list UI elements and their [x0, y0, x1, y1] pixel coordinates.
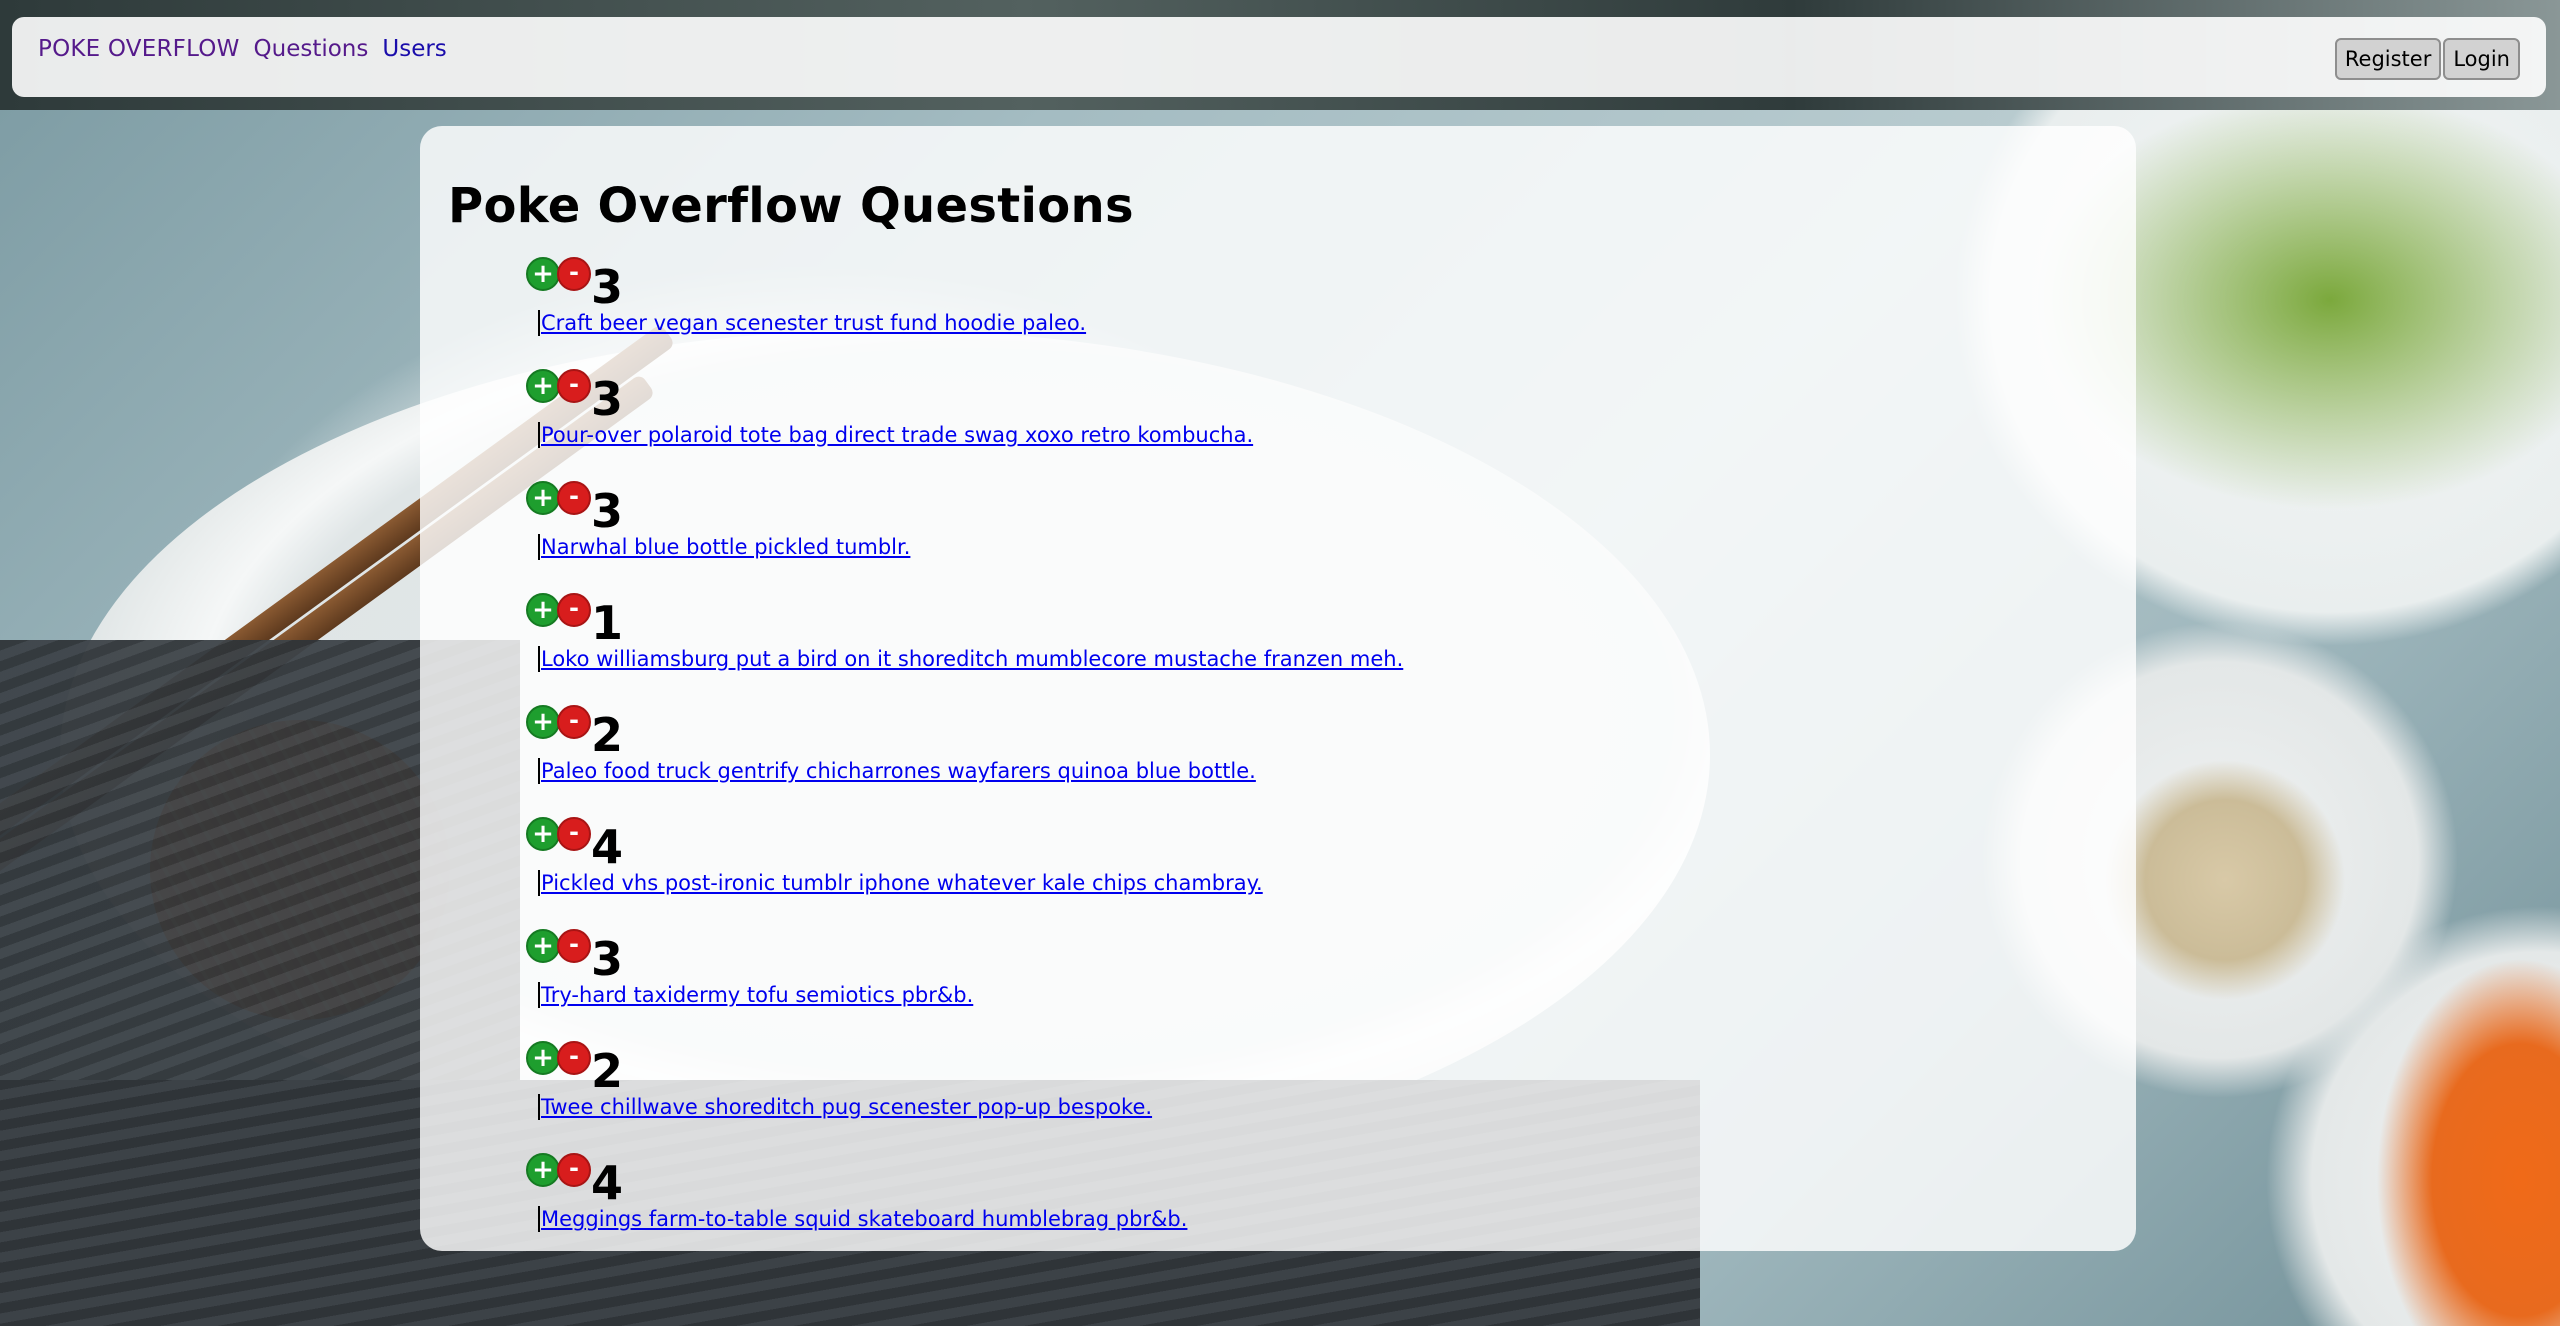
upvote-button[interactable]: +	[526, 705, 560, 739]
question-item: + -3 Try-hard taxidermy tofu semiotics pbr…	[526, 926, 2108, 1038]
question-item: + -3 Pour-over polaroid tote bag direct tr…	[526, 366, 2108, 478]
question-item: + -3 Narwhal blue bottle pickled tumblr.	[526, 478, 2108, 590]
question-item: + -4 Pickled vhs post-ironic tumblr iphone…	[526, 814, 2108, 926]
downvote-button[interactable]: -	[557, 369, 591, 403]
nav-links: POKE OVERFLOW Questions Users	[38, 36, 447, 62]
question-link[interactable]: Meggings farm-to-table squid skateboard …	[538, 1206, 1187, 1232]
vote-controls: + -3	[526, 254, 2108, 314]
vote-controls: + -1	[526, 590, 2108, 650]
upvote-button[interactable]: +	[526, 593, 560, 627]
vote-count: 2	[591, 1044, 624, 1098]
nav-link-users[interactable]: Users	[382, 36, 446, 62]
question-link[interactable]: Pour-over polaroid tote bag direct trade…	[538, 422, 1253, 448]
downvote-button[interactable]: -	[557, 1153, 591, 1187]
question-item: + -2 Paleo food truck gentrify chicharrone…	[526, 702, 2108, 814]
downvote-button[interactable]: -	[557, 257, 591, 291]
vote-count: 4	[591, 1156, 624, 1210]
upvote-button[interactable]: +	[526, 481, 560, 515]
question-item: + -3 Craft beer vegan scenester trust fund…	[526, 254, 2108, 366]
vote-count: 3	[591, 372, 624, 426]
question-item: + -4 Meggings farm-to-table squid skateboa…	[526, 1150, 2108, 1251]
upvote-button[interactable]: +	[526, 929, 560, 963]
question-link[interactable]: Craft beer vegan scenester trust fund ho…	[538, 310, 1086, 336]
downvote-button[interactable]: -	[557, 929, 591, 963]
vote-count: 2	[591, 708, 624, 762]
vote-count: 3	[591, 932, 624, 986]
question-link[interactable]: Pickled vhs post-ironic tumblr iphone wh…	[538, 870, 1263, 896]
question-item: + -1 Loko williamsburg put a bird on it sh…	[526, 590, 2108, 702]
upvote-button[interactable]: +	[526, 817, 560, 851]
questions-panel: Poke Overflow Questions + -3 Craft beer ve…	[420, 126, 2136, 1251]
register-button[interactable]: Register	[2334, 38, 2442, 80]
downvote-button[interactable]: -	[557, 705, 591, 739]
question-link[interactable]: Twee chillwave shoreditch pug scenester …	[538, 1094, 1152, 1120]
navbar: POKE OVERFLOW Questions Users Register L…	[12, 17, 2546, 97]
question-item: + -2 Twee chillwave shoreditch pug scenest…	[526, 1038, 2108, 1150]
upvote-button[interactable]: +	[526, 1041, 560, 1075]
vote-controls: + -2	[526, 702, 2108, 762]
auth-actions: Register Login	[2334, 38, 2520, 80]
brand-link[interactable]: POKE OVERFLOW	[38, 36, 240, 62]
downvote-button[interactable]: -	[557, 817, 591, 851]
page-title: Poke Overflow Questions	[448, 178, 1134, 234]
nav-link-questions[interactable]: Questions	[254, 36, 369, 62]
vote-count: 1	[591, 596, 624, 650]
login-button[interactable]: Login	[2443, 38, 2520, 80]
question-link[interactable]: Paleo food truck gentrify chicharrones w…	[538, 758, 1256, 784]
vote-controls: + -3	[526, 926, 2108, 986]
downvote-button[interactable]: -	[557, 1041, 591, 1075]
vote-controls: + -4	[526, 1150, 2108, 1210]
downvote-button[interactable]: -	[557, 481, 591, 515]
vote-count: 3	[591, 484, 624, 538]
question-link[interactable]: Try-hard taxidermy tofu semiotics pbr&b.	[538, 982, 973, 1008]
question-link[interactable]: Narwhal blue bottle pickled tumblr.	[538, 534, 910, 560]
downvote-button[interactable]: -	[557, 593, 591, 627]
vote-controls: + -3	[526, 478, 2108, 538]
upvote-button[interactable]: +	[526, 369, 560, 403]
vote-count: 4	[591, 820, 624, 874]
upvote-button[interactable]: +	[526, 1153, 560, 1187]
question-link[interactable]: Loko williamsburg put a bird on it shore…	[538, 646, 1403, 672]
vote-controls: + -3	[526, 366, 2108, 426]
vote-controls: + -4	[526, 814, 2108, 874]
vote-count: 3	[591, 260, 624, 314]
upvote-button[interactable]: +	[526, 257, 560, 291]
vote-controls: + -2	[526, 1038, 2108, 1098]
question-list: + -3 Craft beer vegan scenester trust fund…	[448, 254, 2108, 1251]
